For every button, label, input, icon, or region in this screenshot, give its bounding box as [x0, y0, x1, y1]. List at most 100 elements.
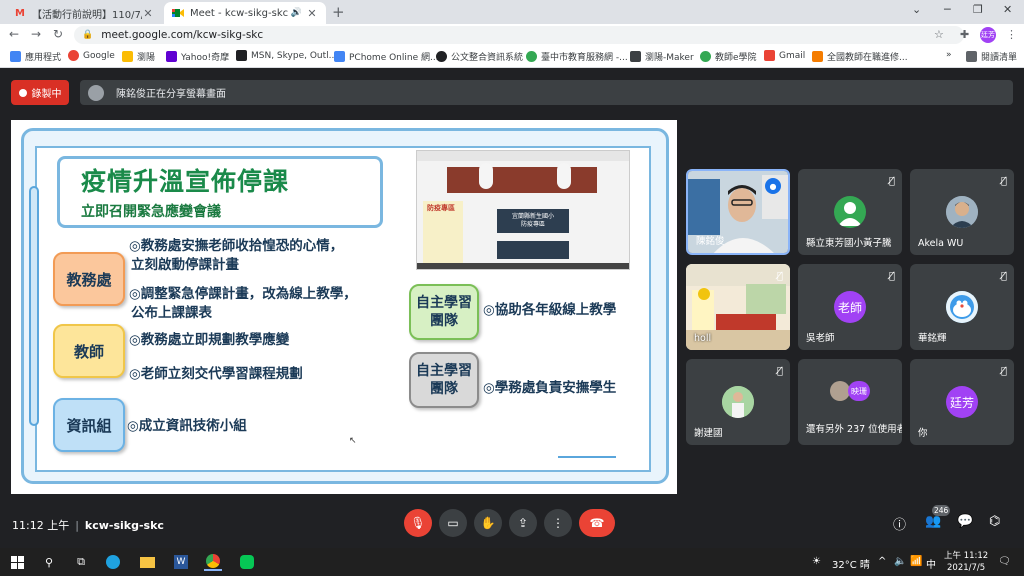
- tab-search-icon[interactable]: ⌄: [912, 3, 921, 16]
- close-icon[interactable]: ✕: [142, 7, 154, 20]
- bookmark-item[interactable]: Yahoo!奇摩: [166, 50, 229, 63]
- google-icon: [68, 50, 79, 61]
- rabbit-figure: [557, 163, 571, 189]
- weather-icon[interactable]: ☀: [812, 556, 821, 567]
- weather-text[interactable]: 32°C 晴: [832, 556, 870, 571]
- bookmark-star-icon[interactable]: ☆: [934, 28, 944, 41]
- edge-icon[interactable]: [104, 553, 122, 571]
- reload-icon[interactable]: ↻: [53, 27, 63, 41]
- bookmark-item[interactable]: Gmail: [764, 50, 805, 61]
- slide-title: 疫情升溫宣佈停課: [81, 167, 290, 196]
- camera-toggle-button[interactable]: ▭: [439, 509, 467, 537]
- close-window-icon[interactable]: ✕: [1003, 3, 1012, 16]
- back-icon[interactable]: ←: [9, 27, 19, 41]
- bookmark-item[interactable]: 瀏陽-Maker: [630, 50, 694, 63]
- present-button[interactable]: ⇪: [509, 509, 537, 537]
- participant-tile[interactable]: 🎙̸ 老師 吳老師: [798, 264, 902, 350]
- forward-icon[interactable]: →: [31, 27, 41, 41]
- screenshot-browser-bar: [417, 151, 629, 161]
- bookmark-item[interactable]: 瀏陽: [122, 50, 155, 63]
- avatar: 老師: [834, 291, 866, 323]
- new-tab-button[interactable]: +: [332, 3, 345, 21]
- notifications-icon[interactable]: 🗨: [998, 556, 1011, 567]
- start-icon[interactable]: [8, 553, 26, 571]
- more-options-button[interactable]: ⋮: [544, 509, 572, 537]
- participant-tile[interactable]: ● 陳銘俊: [686, 169, 790, 255]
- lock-icon: 🔒: [82, 30, 94, 40]
- recording-indicator[interactable]: 錄製中: [11, 80, 69, 105]
- file-explorer-icon[interactable]: [138, 553, 156, 571]
- task-view-icon[interactable]: ⧉: [72, 553, 90, 571]
- bookmark-item[interactable]: 全國教師在職進修...: [812, 50, 908, 63]
- chrome-icon[interactable]: [204, 553, 222, 571]
- screenshot-side-title: 防疫專區: [427, 204, 455, 212]
- bookmark-item[interactable]: 臺中市教育服務網 -...: [526, 50, 628, 63]
- bookmark-icon: [122, 51, 133, 62]
- mic-off-icon: 🎙: [410, 516, 426, 530]
- chat-icon[interactable]: 💬: [957, 514, 973, 529]
- leave-call-button[interactable]: ☎: [579, 509, 615, 537]
- system-clock[interactable]: 上午 11:12 2021/7/5: [944, 550, 988, 574]
- raise-hand-button[interactable]: ✋: [474, 509, 502, 537]
- activities-icon[interactable]: ⌬: [989, 514, 1000, 529]
- participant-name: 你: [918, 428, 928, 439]
- browser-toolbar: ← → ↻ 🔒 meet.google.com/kcw-sikg-skc ☆ ✚…: [0, 24, 1024, 46]
- profile-avatar[interactable]: 廷芳: [980, 27, 996, 43]
- line-icon[interactable]: [238, 553, 256, 571]
- bookmark-item[interactable]: 應用程式: [10, 50, 61, 63]
- avatar: [946, 196, 978, 228]
- meeting-code: kcw-sikg-skc: [84, 519, 164, 532]
- minimize-icon[interactable]: ─: [944, 3, 951, 16]
- people-icon[interactable]: 👥: [925, 514, 941, 529]
- slide-subtitle: 立即召開緊急應變會議: [81, 204, 221, 220]
- website-screenshot: 防疫專區 宜蘭縣新生國小 防疫專區: [416, 150, 630, 270]
- restore-icon[interactable]: ❐: [973, 3, 983, 16]
- screenshot-heading: 宜蘭縣新生國小 防疫專區: [497, 209, 569, 233]
- search-icon[interactable]: ⚲: [40, 553, 58, 571]
- mic-off-icon: 🎙̸: [1000, 366, 1007, 377]
- bookmark-item[interactable]: MSN, Skype, Outl...: [236, 50, 337, 61]
- clock-time: 上午 11:12: [944, 551, 989, 561]
- reading-list[interactable]: 閱讀清單: [966, 50, 1017, 63]
- participant-tile[interactable]: 🎙̸ Akela WU: [910, 169, 1014, 255]
- maker-icon: [630, 51, 641, 62]
- volume-icon[interactable]: 🔈: [894, 556, 906, 567]
- participant-tile[interactable]: 🎙̸ holl: [686, 264, 790, 350]
- speaker-icon[interactable]: 🔊: [291, 8, 302, 18]
- participant-tile[interactable]: 🎙̸ 廷芳 你: [910, 359, 1014, 445]
- tab-gmail[interactable]: M 【活動行前說明】110/7/5『圖... ✕: [6, 2, 162, 24]
- participant-name: holl: [694, 333, 712, 344]
- info-icon[interactable]: ⓘ: [893, 514, 906, 533]
- mic-off-icon: 🎙̸: [888, 176, 895, 187]
- tray-chevron-icon[interactable]: ^: [878, 556, 886, 567]
- menu-icon[interactable]: ⋮: [1006, 28, 1017, 41]
- presenting-banner: 陳銘俊正在分享螢幕畫面: [80, 80, 1013, 105]
- word-icon[interactable]: W: [172, 553, 190, 571]
- participant-tile[interactable]: 🎙̸ 謝建國: [686, 359, 790, 445]
- present-icon: ⇪: [517, 516, 529, 530]
- extensions-icon[interactable]: ✚: [960, 28, 969, 41]
- bookmark-item[interactable]: 教師e學院: [700, 50, 757, 63]
- hand-icon: ✋: [480, 516, 496, 530]
- close-icon[interactable]: ✕: [306, 7, 318, 20]
- slide-bullet: ◎老師立刻交代學習課程規劃: [129, 366, 303, 382]
- avatar: [834, 196, 866, 228]
- bookmarks-more[interactable]: »: [946, 50, 952, 60]
- mic-toggle-button[interactable]: 🎙: [404, 509, 432, 537]
- participant-tile[interactable]: 映珊 還有另外 237 位使用者: [798, 359, 902, 445]
- clock-date: 2021/7/5: [947, 563, 986, 573]
- tab-meet[interactable]: Meet - kcw-sikg-skc 🔊 ✕: [164, 2, 326, 24]
- participant-name: 謝建國: [694, 428, 723, 439]
- network-icon[interactable]: 📶: [910, 556, 922, 567]
- bookmark-item[interactable]: Google: [68, 50, 115, 61]
- more-vert-icon: ⋮: [552, 516, 564, 530]
- bookmark-item[interactable]: 公文整合資訊系統: [436, 50, 523, 63]
- participant-tile[interactable]: 🎙̸ 華銘輝: [910, 264, 1014, 350]
- participant-tile[interactable]: 🎙̸ 縣立東芳國小黃子騰: [798, 169, 902, 255]
- bookmark-item[interactable]: PChome Online 網...: [334, 50, 439, 63]
- participant-name: 縣立東芳國小黃子騰: [806, 238, 892, 249]
- address-bar[interactable]: 🔒 meet.google.com/kcw-sikg-skc: [74, 26, 964, 44]
- record-dot-icon: [18, 88, 27, 97]
- apps-icon: [10, 51, 21, 62]
- ime-indicator[interactable]: 中: [926, 556, 936, 571]
